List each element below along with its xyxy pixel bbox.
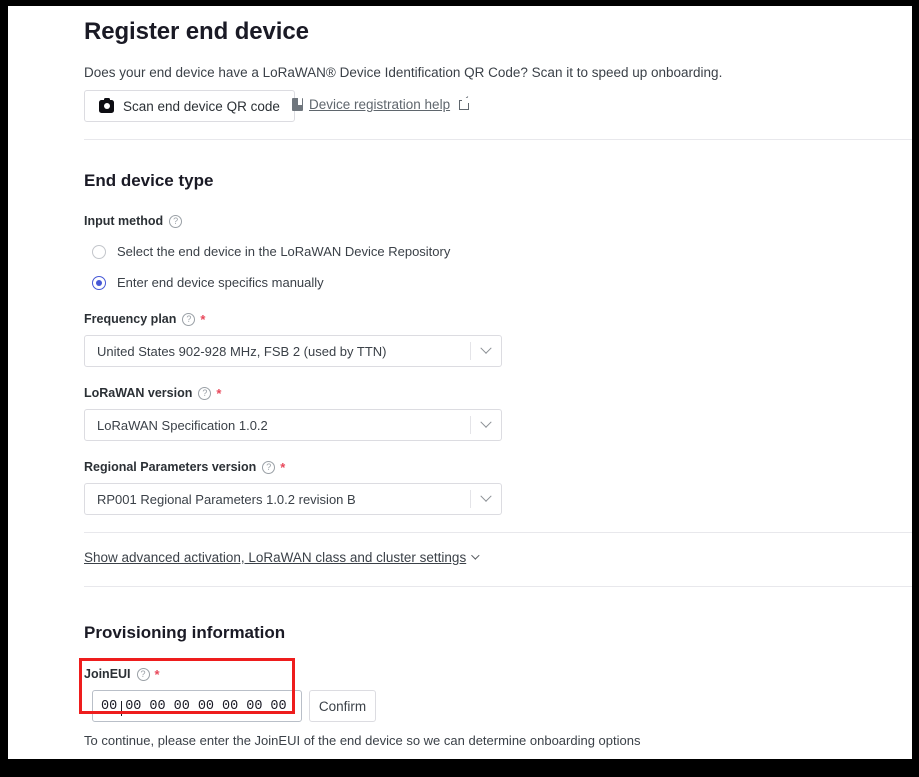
radio-select-from-repository[interactable]: Select the end device in the LoRaWAN Dev…: [92, 244, 450, 259]
joineui-octet[interactable]: 00: [270, 699, 286, 714]
radio-enter-manually[interactable]: Enter end device specifics manually: [92, 275, 324, 290]
frequency-plan-label: Frequency plan ? *: [84, 312, 205, 326]
chevron-down-icon: [471, 550, 480, 560]
required-marker: *: [216, 385, 222, 401]
lorawan-version-label: LoRaWAN version ? *: [84, 386, 221, 400]
joineui-helper-text: To continue, please enter the JoinEUI of…: [84, 733, 641, 748]
radio-icon-selected[interactable]: [92, 275, 106, 290]
camera-icon: [99, 97, 114, 113]
radio-select-from-repository-label: Select the end device in the LoRaWAN Dev…: [117, 244, 451, 259]
joineui-input[interactable]: 00 00 00 00 00 00 00 00: [92, 690, 302, 722]
help-circle-icon[interactable]: ?: [262, 460, 276, 474]
frequency-plan-label-text: Frequency plan: [84, 312, 177, 326]
joineui-octet[interactable]: 00: [222, 699, 238, 714]
device-registration-help-link[interactable]: Device registration help: [292, 97, 472, 112]
required-marker: *: [154, 666, 160, 682]
regional-parameters-version-label-text: Regional Parameters version: [84, 460, 257, 474]
screenshot-root: Register end device Does your end device…: [0, 0, 919, 777]
section-heading-end-device-type: End device type: [84, 171, 214, 190]
lorawan-version-select[interactable]: LoRaWAN Specification 1.0.2: [84, 409, 502, 441]
joineui-octet[interactable]: 00: [125, 699, 141, 714]
divider-header: [84, 139, 912, 140]
regional-parameters-version-label: Regional Parameters version ? *: [84, 460, 285, 474]
page-intro-text: Does your end device have a LoRaWAN® Dev…: [84, 65, 723, 80]
book-icon: [292, 98, 303, 111]
regional-parameters-version-select[interactable]: RP001 Regional Parameters 1.0.2 revision…: [84, 483, 502, 515]
chevron-down-icon[interactable]: [471, 416, 501, 429]
external-link-icon: [459, 97, 472, 110]
joineui-label: JoinEUI ? *: [84, 667, 160, 681]
joineui-octet[interactable]: 00: [101, 699, 123, 716]
text-caret: [120, 700, 123, 716]
joineui-octet[interactable]: 00: [174, 699, 190, 714]
chevron-down-icon[interactable]: [471, 342, 501, 355]
divider-before-advanced: [84, 532, 912, 533]
chevron-down-icon[interactable]: [471, 490, 501, 503]
required-marker: *: [280, 459, 286, 475]
page-title: Register end device: [84, 18, 309, 45]
help-circle-icon[interactable]: ?: [198, 386, 212, 400]
confirm-button[interactable]: Confirm: [309, 690, 376, 722]
joineui-label-text: JoinEUI: [84, 667, 131, 681]
regional-parameters-version-value: RP001 Regional Parameters 1.0.2 revision…: [97, 491, 356, 507]
section-heading-provisioning-information: Provisioning information: [84, 623, 286, 642]
frequency-plan-value: United States 902-928 MHz, FSB 2 (used b…: [97, 343, 387, 359]
input-method-label: Input method ?: [84, 214, 183, 228]
scan-qr-code-button[interactable]: Scan end device QR code: [84, 90, 295, 122]
joineui-octet[interactable]: 00: [149, 699, 165, 714]
lorawan-version-label-text: LoRaWAN version: [84, 386, 193, 400]
frequency-plan-select[interactable]: United States 902-928 MHz, FSB 2 (used b…: [84, 335, 502, 367]
show-advanced-settings-label: Show advanced activation, LoRaWAN class …: [84, 550, 467, 565]
radio-enter-manually-label: Enter end device specifics manually: [117, 275, 324, 290]
scan-qr-code-button-label: Scan end device QR code: [123, 98, 280, 114]
input-method-label-text: Input method: [84, 214, 164, 228]
show-advanced-settings-toggle[interactable]: Show advanced activation, LoRaWAN class …: [84, 550, 480, 565]
help-circle-icon[interactable]: ?: [169, 214, 183, 228]
lorawan-version-value: LoRaWAN Specification 1.0.2: [97, 417, 268, 433]
page-content: Register end device Does your end device…: [8, 6, 912, 759]
radio-icon-unselected[interactable]: [92, 244, 106, 259]
help-circle-icon[interactable]: ?: [182, 312, 196, 326]
help-circle-icon[interactable]: ?: [136, 667, 150, 681]
divider-after-advanced: [84, 586, 912, 587]
required-marker: *: [200, 311, 206, 327]
joineui-octet[interactable]: 00: [198, 699, 214, 714]
register-end-device-page: Register end device Does your end device…: [8, 6, 912, 759]
device-registration-help-label: Device registration help: [309, 97, 451, 112]
joineui-octet[interactable]: 00: [246, 699, 262, 714]
